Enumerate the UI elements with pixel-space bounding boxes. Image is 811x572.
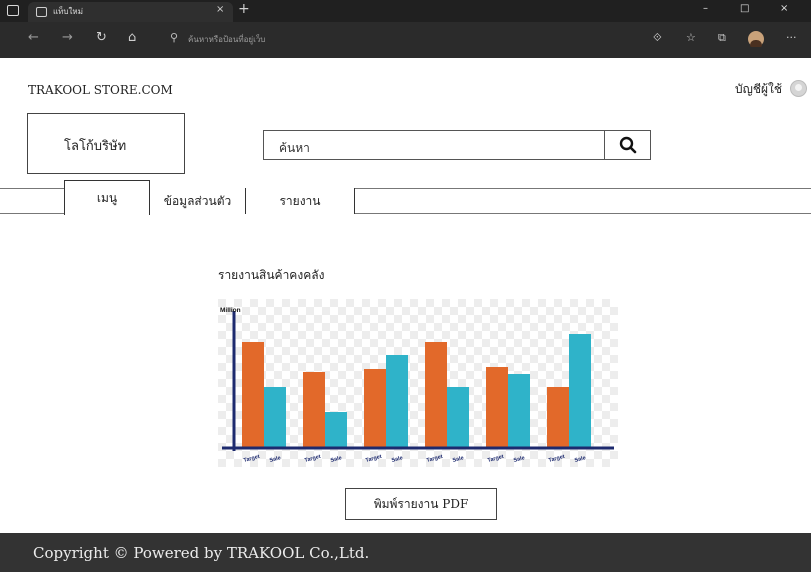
- chart-bar-target-4: [425, 342, 447, 447]
- chart-bar-target-5: [486, 367, 508, 447]
- address-placeholder: ค้นหาหรือป้อนที่อยู่เว็บ: [188, 35, 266, 44]
- chart-bar-sale-2: [325, 412, 347, 447]
- chart-bar-target-6: [547, 387, 569, 447]
- footer: Copyright © Powered by TRAKOOL Co.,Ltd.: [0, 533, 811, 572]
- back-icon[interactable]: ←: [28, 30, 39, 45]
- search-button[interactable]: [604, 130, 651, 160]
- search-icon: ⚲: [170, 31, 179, 44]
- user-avatar-icon[interactable]: [790, 80, 807, 97]
- chart-bar-sale-1: [264, 387, 286, 447]
- site-name[interactable]: TRAKOOL STORE.COM: [28, 83, 173, 97]
- address-bar[interactable]: ⚲ ค้นหาหรือป้อนที่อยู่เว็บ: [160, 27, 680, 51]
- chart-bar-target-1: [242, 342, 264, 447]
- new-tab-button[interactable]: +: [238, 1, 250, 17]
- chart-bar-target-2: [303, 372, 325, 447]
- more-icon[interactable]: ···: [786, 31, 797, 44]
- tab-personal-info[interactable]: ข้อมูลส่วนตัว: [149, 188, 246, 214]
- home-icon[interactable]: ⌂: [128, 30, 136, 45]
- refresh-icon[interactable]: ↻: [96, 30, 107, 45]
- search-input-text: ค้นหา: [279, 141, 310, 155]
- chart-bar-sale-5: [508, 374, 530, 447]
- browser-tab-title: แท็บใหม่: [53, 7, 83, 16]
- bar-chart: Target Sale Target Sale Target Sale Target Sale…: [218, 299, 618, 467]
- favorites-icon[interactable]: ☆: [686, 31, 696, 44]
- browser-toolbar: ← → ↻ ⌂ ⚲ ค้นหาหรือป้อนที่อยู่เว็บ ⟐ ☆ ⧉…: [0, 22, 811, 58]
- browser-tab[interactable]: แท็บใหม่ ×: [28, 2, 233, 22]
- profile-avatar-icon[interactable]: [748, 31, 764, 47]
- forward-icon[interactable]: →: [62, 30, 73, 45]
- inventory-chart: Target Sale Target Sale Target Sale Target Sale…: [218, 299, 618, 467]
- logo-label: โลโก้บริษัท: [64, 139, 127, 154]
- chart-bar-sale-6: [569, 334, 591, 447]
- browser-tab-bar: แท็บใหม่ × + – □ ×: [0, 0, 811, 22]
- company-logo[interactable]: โลโก้บริษัท: [27, 113, 185, 174]
- chart-bar-sale-4: [447, 387, 469, 447]
- account-label[interactable]: บัญชีผู้ใช้: [735, 80, 782, 99]
- tab-menu[interactable]: เมนู: [64, 180, 150, 215]
- print-pdf-button[interactable]: พิมพ์รายงาน PDF: [345, 488, 497, 520]
- collections-icon[interactable]: ⧉: [718, 31, 726, 45]
- footer-copyright: Copyright © Powered by TRAKOOL Co.,Ltd.: [33, 544, 370, 562]
- y-axis-label: Million: [220, 307, 241, 314]
- chart-bar-sale-3: [386, 355, 408, 447]
- tab-report[interactable]: รายงาน: [246, 188, 355, 214]
- search-input[interactable]: ค้นหา: [263, 130, 651, 160]
- chart-bar-target-3: [364, 369, 386, 447]
- close-tab-icon[interactable]: ×: [216, 4, 224, 15]
- close-window-icon[interactable]: ×: [780, 3, 788, 14]
- read-aloud-icon[interactable]: ⟐: [653, 31, 662, 45]
- minimize-icon[interactable]: –: [703, 3, 708, 14]
- report-title: รายงานสินค้าคงคลัง: [218, 268, 325, 282]
- new-tab-icon: [36, 7, 47, 17]
- tab-actions-icon[interactable]: [7, 5, 19, 16]
- search-icon: [619, 136, 637, 154]
- maximize-icon[interactable]: □: [740, 3, 749, 14]
